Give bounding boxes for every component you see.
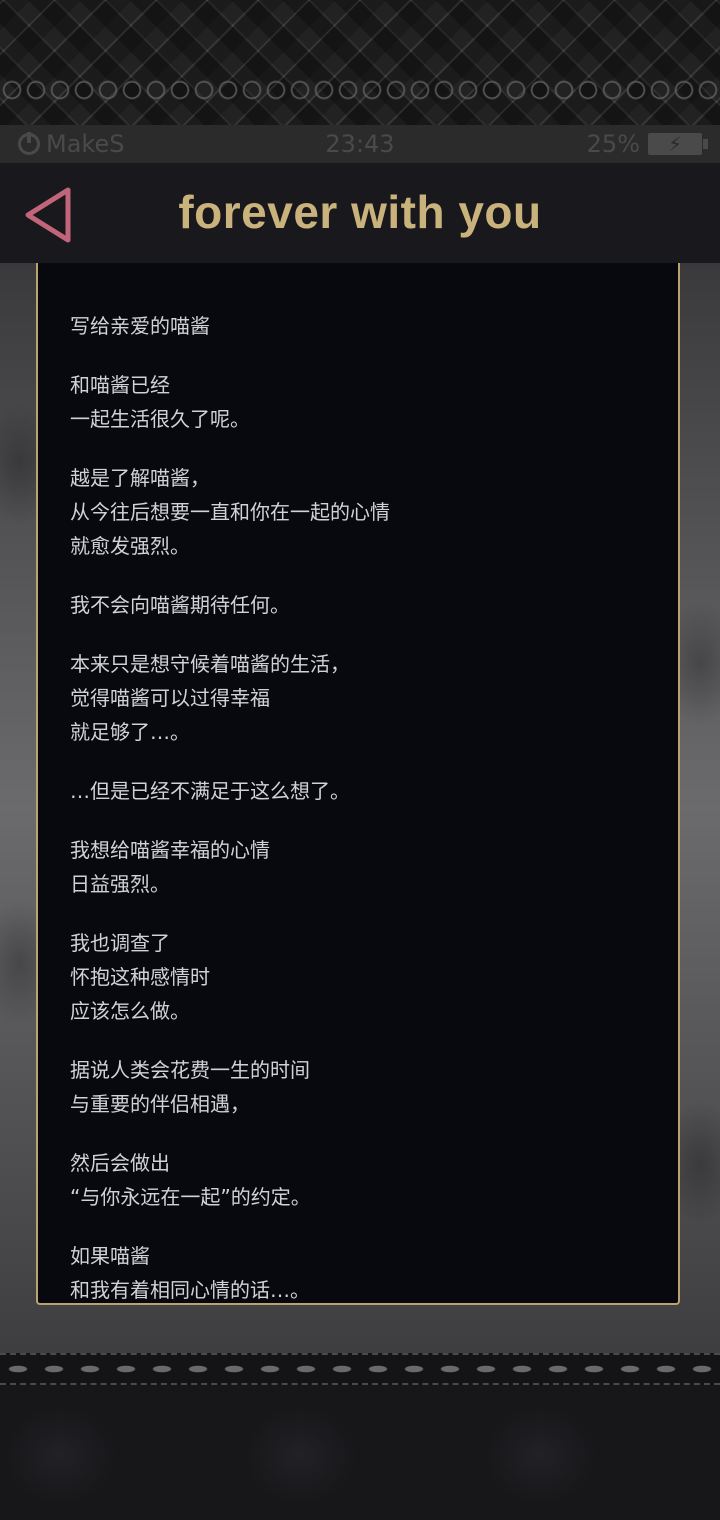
letter-paragraph: 越是了解喵酱， 从今往后想要一直和你在一起的心情 就愈发强烈。 xyxy=(70,466,390,558)
page-title: forever with you xyxy=(178,186,542,238)
letter-paragraph: 我想给喵酱幸福的心情 日益强烈。 xyxy=(70,838,270,896)
status-time: 23:43 xyxy=(325,130,395,158)
letter-paragraph: 本来只是想守候着喵酱的生活， 觉得喵酱可以过得幸福 就足够了…。 xyxy=(70,652,350,744)
letter-paragraph: 如果喵酱 和我有着相同心情的话…。 xyxy=(70,1244,310,1302)
app-header: forever with you xyxy=(0,163,720,263)
decorative-bottom-area xyxy=(0,1385,720,1520)
letter-paragraph: 据说人类会花费一生的时间 与重要的伴侣相遇， xyxy=(70,1058,310,1116)
letter-paragraph: 我不会向喵酱期待任何。 xyxy=(70,593,290,617)
decorative-bottom-trim xyxy=(0,1353,720,1385)
letter-paragraph: …但是已经不满足于这么想了。 xyxy=(70,779,350,803)
letter-paragraph: 我也调查了 怀抱这种感情时 应该怎么做。 xyxy=(70,931,210,1023)
letter-paragraph: 写给亲爱的喵酱 xyxy=(70,314,210,338)
letter-panel[interactable]: 写给亲爱的喵酱 和喵酱已经 一起生活很久了呢。 越是了解喵酱， 从今往后想要一直… xyxy=(36,263,680,1305)
battery-charging-icon: ⚡ xyxy=(648,133,708,155)
letter-body: 写给亲爱的喵酱 和喵酱已经 一起生活很久了呢。 越是了解喵酱， 从今往后想要一直… xyxy=(38,263,678,1303)
decorative-lace-trim xyxy=(0,70,720,110)
letter-paragraph: 然后会做出 “与你永远在一起”的约定。 xyxy=(70,1151,311,1209)
status-bar: MakeS 23:43 25% ⚡ xyxy=(0,125,720,163)
letter-paragraph: 和喵酱已经 一起生活很久了呢。 xyxy=(70,373,250,431)
